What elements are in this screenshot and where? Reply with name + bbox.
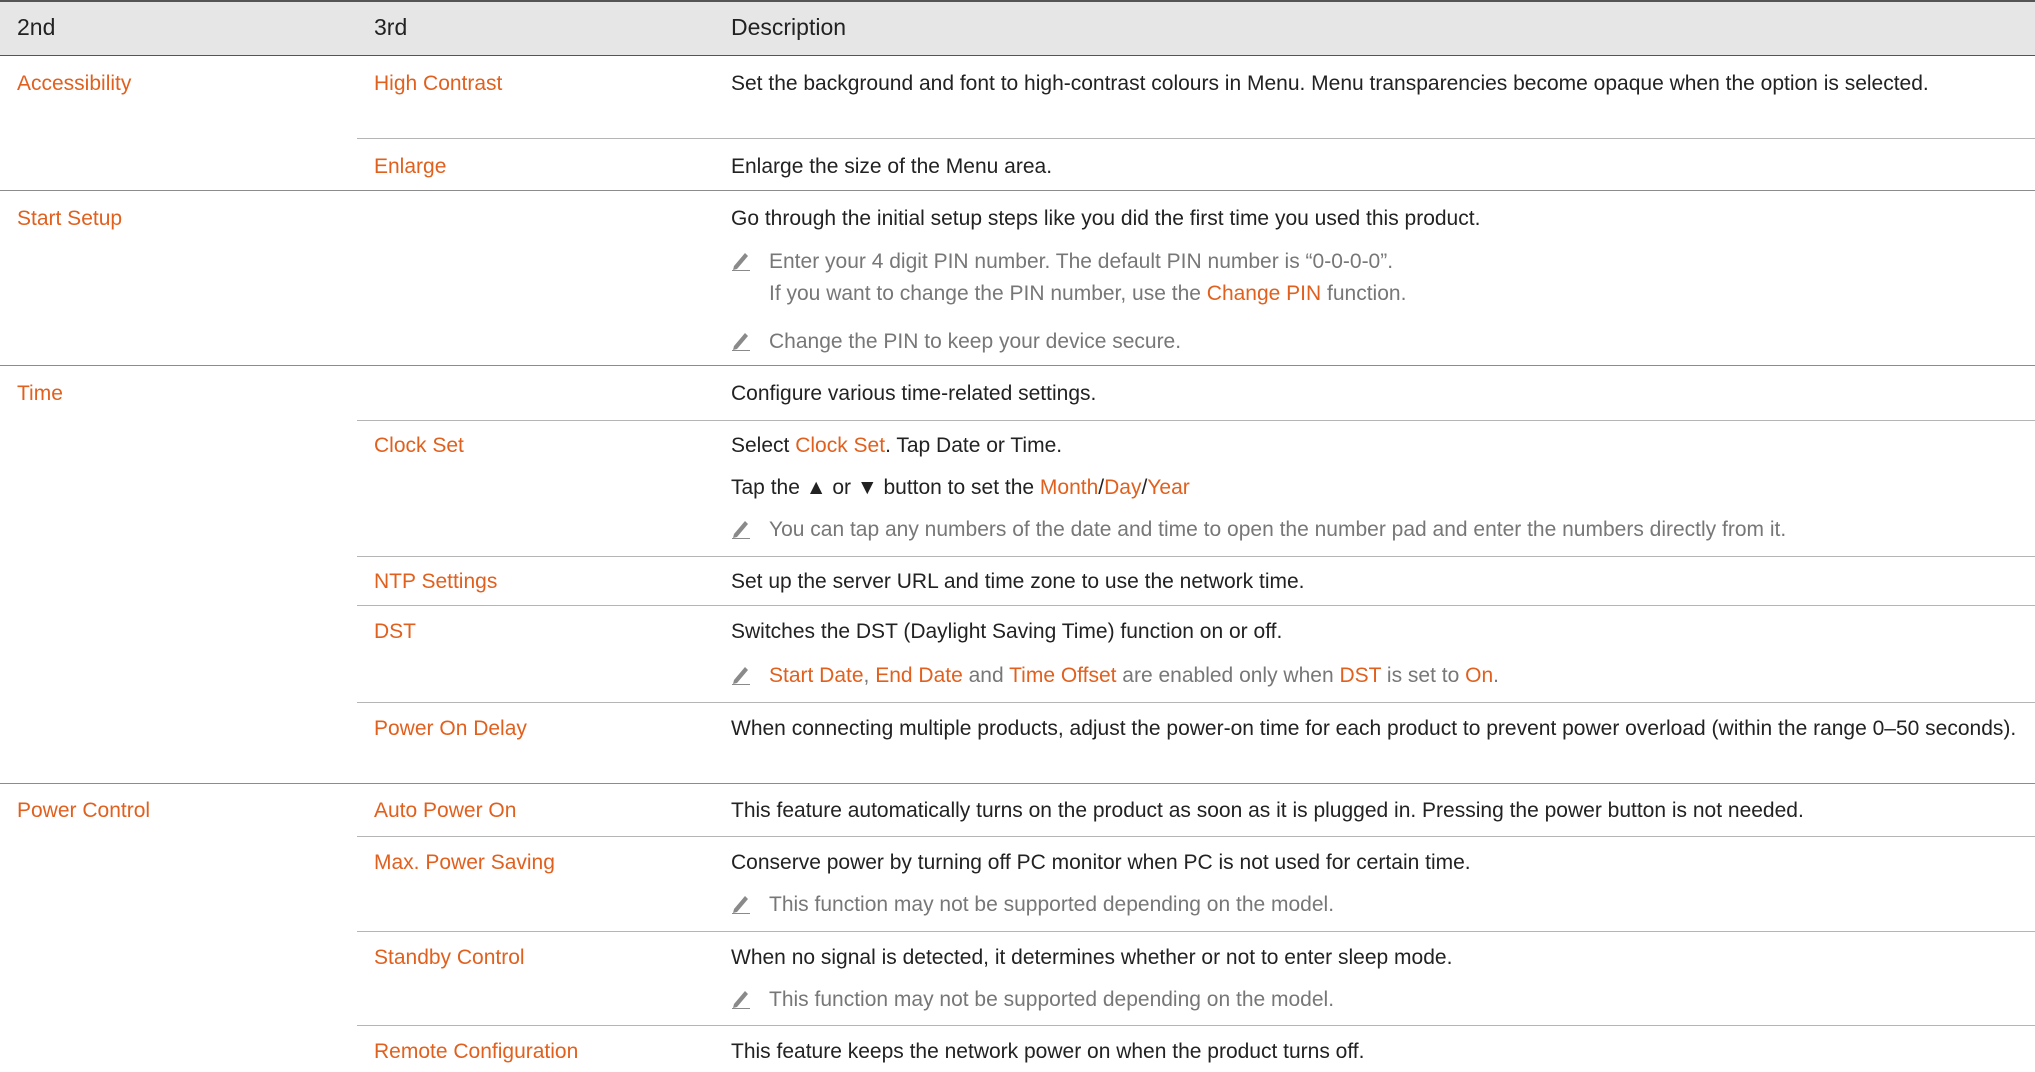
row-divider <box>357 138 2035 139</box>
desc-part: . Tap Date or Time. <box>885 434 1063 457</box>
note-text: Change the PIN to keep your device secur… <box>769 330 1182 353</box>
row-divider <box>357 420 2035 421</box>
note-text-part: and <box>962 664 1010 687</box>
power-on-delay-description: When connecting multiple products, adjus… <box>731 717 2017 740</box>
menu-clock-set: Clock Set <box>374 434 464 457</box>
section-divider <box>0 365 2035 366</box>
note-text-part: function. <box>1321 282 1407 305</box>
menu-standby-control: Standby Control <box>374 946 525 969</box>
note-text: Enter your 4 digit PIN number. The defau… <box>769 250 1394 273</box>
standby-control-description: When no signal is detected, it determine… <box>731 946 1453 969</box>
menu-accessibility: Accessibility <box>17 72 132 95</box>
note-text-part: If you want to change the PIN number, us… <box>769 282 1207 305</box>
note-text-part: are enabled only when <box>1116 664 1340 687</box>
remote-configuration-description: This feature keeps the network power on … <box>731 1040 1365 1063</box>
time-offset-label: Time Offset <box>1009 664 1117 687</box>
note-text-part: , <box>863 664 876 687</box>
clock-set-link: Clock Set <box>795 434 886 457</box>
dst-description: Switches the DST (Daylight Saving Time) … <box>731 620 1283 643</box>
pencil-icon <box>732 521 750 539</box>
pencil-icon <box>732 333 750 351</box>
row-divider <box>357 556 2035 557</box>
high-contrast-description: Set the background and font to high-cont… <box>731 72 1929 95</box>
pencil-icon <box>732 253 750 271</box>
header-description: Description <box>731 14 847 40</box>
day-label: Day <box>1104 476 1142 499</box>
row-divider <box>357 702 2035 703</box>
year-label: Year <box>1147 476 1190 499</box>
note-text-part: . <box>1493 664 1499 687</box>
section-divider <box>0 783 2035 784</box>
max-power-saving-description: Conserve power by turning off PC monitor… <box>731 851 1471 874</box>
desc-part: Tap the ▲ or ▼ button to set the <box>731 476 1040 499</box>
pencil-icon <box>732 667 750 685</box>
auto-power-on-description: This feature automatically turns on the … <box>731 799 1804 822</box>
pencil-icon <box>732 991 750 1009</box>
table-header: 2nd 3rd Description <box>0 0 2035 56</box>
clock-set-tap-instruction: Tap the ▲ or ▼ button to set the Month/D… <box>731 472 2021 503</box>
desc-part: Select <box>731 434 796 457</box>
menu-dst: DST <box>374 620 416 643</box>
header-3rd: 3rd <box>374 14 408 40</box>
enlarge-description: Enlarge the size of the Menu area. <box>731 155 1053 178</box>
note-text-line2: If you want to change the PIN number, us… <box>769 278 2019 309</box>
end-date-label: End Date <box>875 664 963 687</box>
menu-auto-power-on: Auto Power On <box>374 799 517 822</box>
header-2nd: 2nd <box>17 14 56 40</box>
menu-power-control: Power Control <box>17 799 151 822</box>
note-text: Start Date, End Date and Time Offset are… <box>769 660 2019 691</box>
on-label: On <box>1465 664 1494 687</box>
menu-remote-configuration: Remote Configuration <box>374 1040 579 1063</box>
menu-enlarge: Enlarge <box>374 155 447 178</box>
clock-set-description: Select Clock Set. Tap Date or Time. <box>731 430 2021 461</box>
section-divider <box>0 190 2035 191</box>
start-date-label: Start Date <box>769 664 864 687</box>
menu-time: Time <box>17 382 63 405</box>
note-text: This function may not be supported depen… <box>769 988 1335 1011</box>
row-divider <box>357 931 2035 932</box>
time-description: Configure various time-related settings. <box>731 382 1097 405</box>
row-divider <box>357 1025 2035 1026</box>
menu-high-contrast: High Contrast <box>374 72 503 95</box>
menu-max-power-saving: Max. Power Saving <box>374 851 555 874</box>
month-label: Month <box>1039 476 1099 499</box>
change-pin-link: Change PIN <box>1206 282 1322 305</box>
menu-ntp-settings: NTP Settings <box>374 570 498 593</box>
row-divider <box>357 836 2035 837</box>
ntp-settings-description: Set up the server URL and time zone to u… <box>731 570 1305 593</box>
menu-start-setup: Start Setup <box>17 207 123 230</box>
row-divider <box>357 605 2035 606</box>
menu-power-on-delay: Power On Delay <box>374 717 527 740</box>
start-setup-description: Go through the initial setup steps like … <box>731 207 1481 230</box>
note-text: You can tap any numbers of the date and … <box>769 518 1787 541</box>
note-text: This function may not be supported depen… <box>769 893 1335 916</box>
note-text-part: is set to <box>1381 664 1466 687</box>
pencil-icon <box>732 896 750 914</box>
dst-label: DST <box>1339 664 1382 687</box>
